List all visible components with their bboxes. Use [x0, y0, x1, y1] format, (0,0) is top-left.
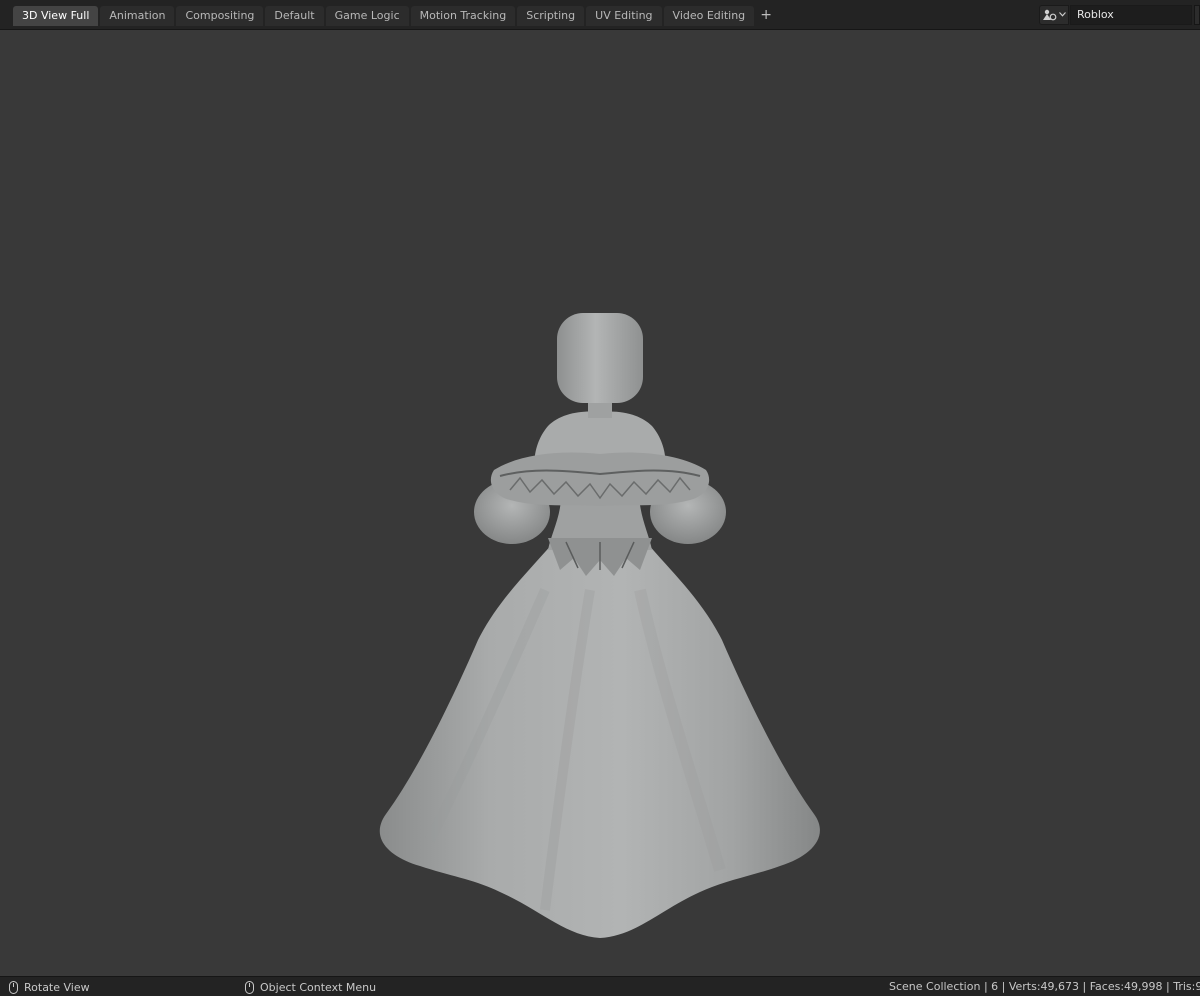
dress-skirt [379, 544, 820, 938]
scene-new-button[interactable] [1194, 4, 1200, 25]
tab-uv-editing[interactable]: UV Editing [586, 6, 662, 26]
3d-viewport[interactable] [0, 30, 1200, 976]
scene-statistics: Scene Collection | 6 | Verts:49,673 | Fa… [889, 980, 1200, 993]
tab-game-logic[interactable]: Game Logic [325, 6, 409, 26]
tab-motion-tracking[interactable]: Motion Tracking [410, 6, 516, 26]
add-workspace-button[interactable]: + [756, 6, 776, 26]
object-context-menu-label: Object Context Menu [260, 980, 377, 994]
status-bar: Rotate View Object Context Menu Scene Co… [0, 976, 1200, 996]
mouse-right-icon [245, 980, 254, 994]
tab-animation[interactable]: Animation [100, 6, 175, 26]
mouse-left-icon [9, 980, 18, 994]
head [557, 313, 643, 403]
scene-icon [1043, 9, 1057, 20]
tab-3d-view-full[interactable]: 3D View Full [13, 6, 99, 26]
tab-video-editing[interactable]: Video Editing [663, 6, 755, 26]
scene-browse-button[interactable] [1039, 4, 1069, 25]
tab-default[interactable]: Default [265, 6, 324, 26]
workspace-tabs: 3D View Full Animation Compositing Defau… [13, 6, 776, 26]
scene-name-field[interactable]: Roblox [1070, 4, 1192, 25]
scene-selector: Roblox [1039, 4, 1200, 25]
blender-window: 3D View Full Animation Compositing Defau… [0, 0, 1200, 996]
rotate-view-label: Rotate View [24, 980, 90, 994]
status-right-action: Object Context Menu [245, 979, 376, 995]
status-left-action: Rotate View [9, 979, 90, 995]
tab-scripting[interactable]: Scripting [517, 6, 585, 26]
model-render [379, 313, 820, 938]
workspace-bar: 3D View Full Animation Compositing Defau… [0, 0, 1200, 30]
tab-compositing[interactable]: Compositing [176, 6, 264, 26]
chevron-down-icon [1059, 12, 1066, 17]
